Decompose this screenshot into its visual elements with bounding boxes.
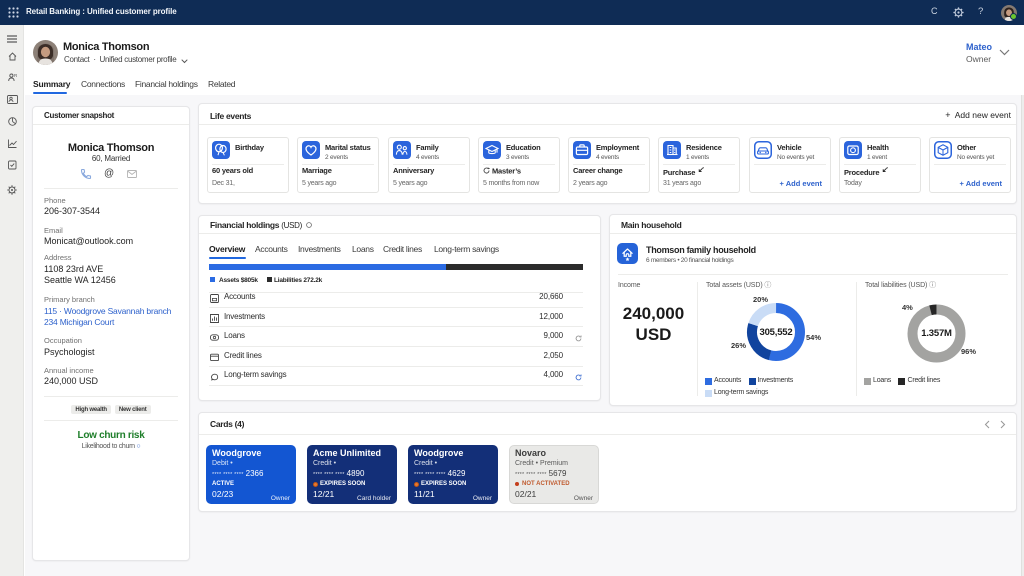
svg-text:R: R	[14, 73, 17, 78]
